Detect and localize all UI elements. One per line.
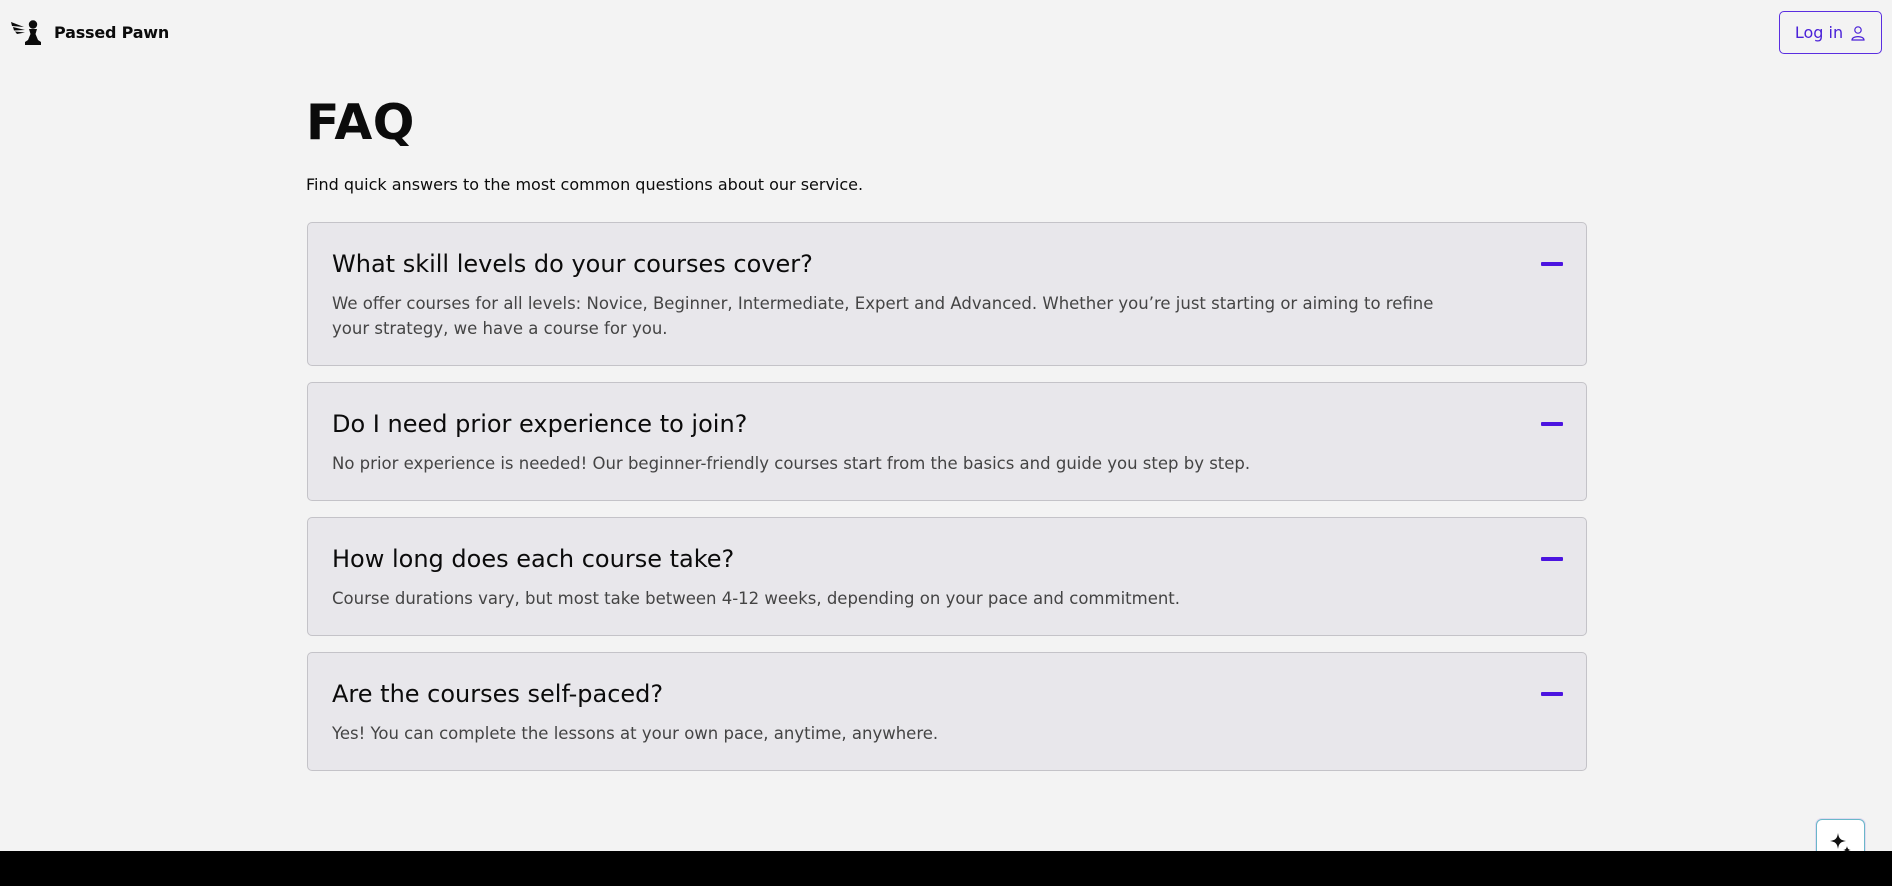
faq-answer: We offer courses for all levels: Novice,… (332, 294, 1434, 338)
faq-item: Are the courses self-paced? Yes! You can… (307, 652, 1587, 771)
faq-item: What skill levels do your courses cover?… (307, 222, 1587, 366)
page-title: FAQ (306, 94, 415, 151)
minus-icon[interactable] (1541, 262, 1563, 266)
logo[interactable]: Passed Pawn (10, 18, 169, 46)
user-icon (1851, 25, 1865, 41)
minus-icon[interactable] (1541, 692, 1563, 696)
faq-question[interactable]: What skill levels do your courses cover? (332, 248, 1562, 280)
faq-item: How long does each course take? Course d… (307, 517, 1587, 636)
faq-question[interactable]: Do I need prior experience to join? (332, 408, 1562, 440)
minus-icon[interactable] (1541, 422, 1563, 426)
minus-icon[interactable] (1541, 557, 1563, 561)
winged-pawn-icon (11, 20, 41, 45)
faq-list: What skill levels do your courses cover?… (307, 222, 1587, 787)
faq-question[interactable]: How long does each course take? (332, 543, 1562, 575)
faq-question[interactable]: Are the courses self-paced? (332, 678, 1562, 710)
brand-name: Passed Pawn (54, 22, 170, 42)
faq-item: Do I need prior experience to join? No p… (307, 382, 1587, 501)
page: Passed Pawn Log in FAQ Find quick answer… (0, 0, 1892, 886)
login-button[interactable]: Log in (1779, 11, 1882, 54)
faq-answer: No prior experience is needed! Our begin… (332, 454, 1251, 473)
faq-answer: Course durations vary, but most take bet… (332, 589, 1181, 608)
footer-bar (0, 851, 1892, 886)
faq-answer: Yes! You can complete the lessons at you… (332, 724, 939, 743)
page-subtitle: Find quick answers to the most common qu… (306, 175, 864, 194)
login-label: Log in (1794, 23, 1844, 42)
